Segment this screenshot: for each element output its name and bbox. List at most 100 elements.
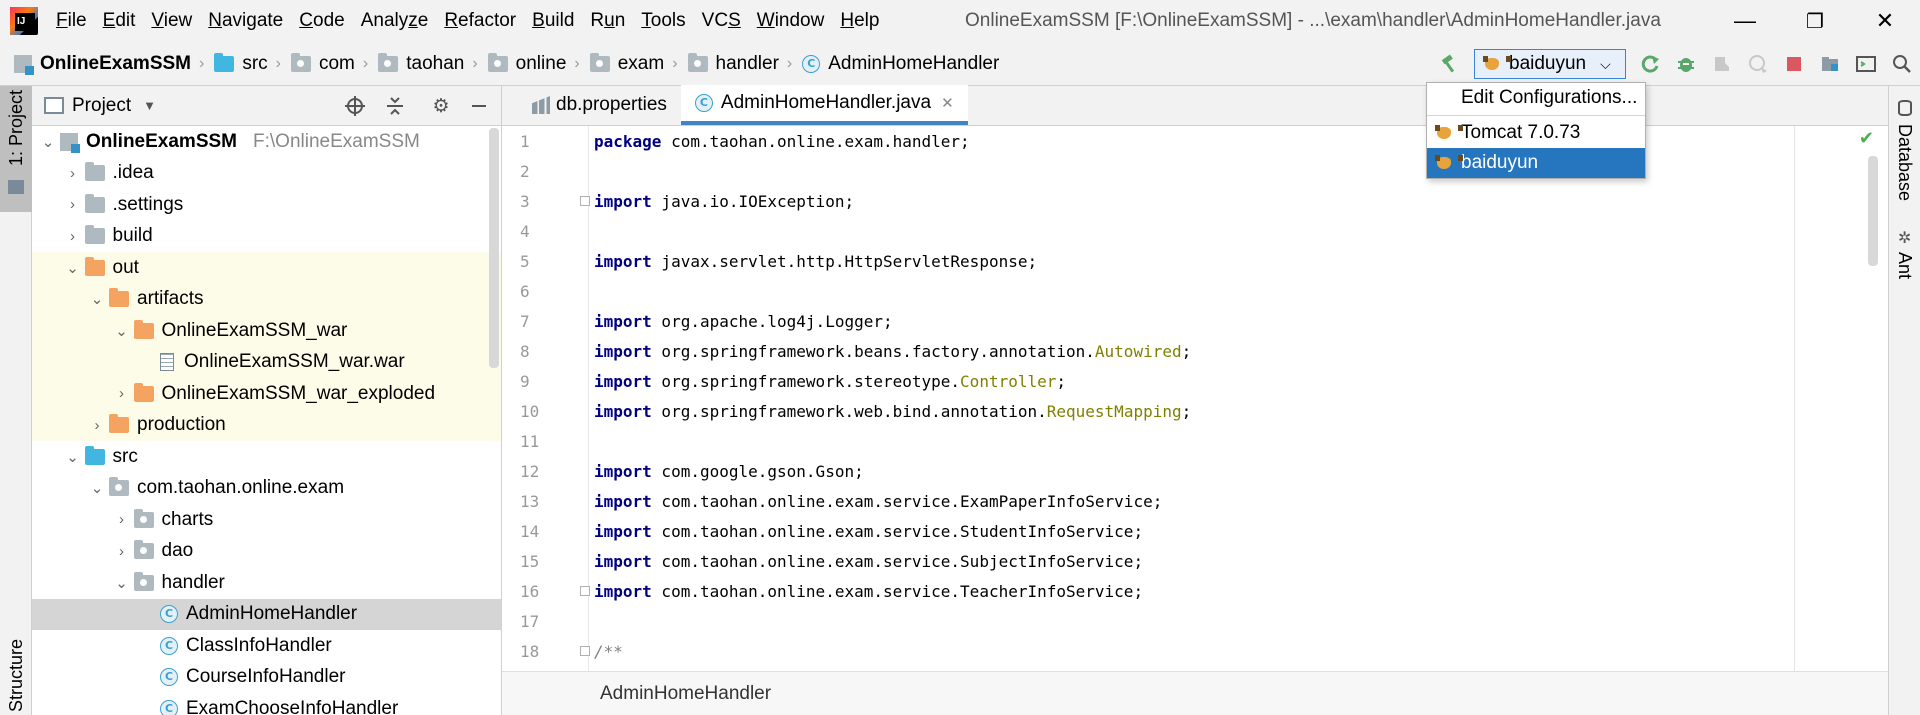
- gear-icon[interactable]: ⚙: [428, 94, 454, 118]
- code-line: 11: [502, 426, 1802, 456]
- tree-item[interactable]: › .settings: [32, 189, 501, 221]
- menu-item[interactable]: Run: [590, 10, 625, 32]
- chevron-right-icon[interactable]: ›: [61, 165, 85, 182]
- chevron-down-icon[interactable]: ⌄: [85, 479, 109, 497]
- tree-item[interactable]: › OnlineExamSSM_war_exploded: [32, 378, 501, 410]
- menu-item[interactable]: View: [151, 10, 192, 32]
- collapse-all-icon[interactable]: [382, 94, 408, 118]
- edit-configurations-item[interactable]: Edit Configurations...: [1427, 83, 1645, 113]
- profile-icon[interactable]: [1740, 47, 1776, 81]
- project-structure-icon[interactable]: [1812, 47, 1848, 81]
- run-with-coverage-icon[interactable]: [1704, 47, 1740, 81]
- tree-item[interactable]: C CourseInfoHandler: [32, 662, 501, 694]
- menu-item[interactable]: Code: [299, 10, 344, 32]
- search-icon[interactable]: [1884, 47, 1920, 81]
- dropdown-item-tomcat[interactable]: Tomcat 7.0.73: [1427, 118, 1645, 148]
- run-config-label: baiduyun: [1509, 53, 1587, 74]
- tree-item[interactable]: OnlineExamSSM_war.war: [32, 346, 501, 378]
- menu-item-text: indow: [774, 10, 825, 31]
- ant-tool-tab[interactable]: ✲ Ant: [1889, 226, 1920, 296]
- chevron-down-icon[interactable]: ⌄: [110, 574, 134, 592]
- minimize-button[interactable]: —: [1710, 0, 1780, 42]
- terminal-icon[interactable]: [1848, 47, 1884, 81]
- chevron-right-icon[interactable]: ›: [110, 511, 134, 528]
- nav-crumb-label: src: [242, 52, 268, 74]
- project-tool-tab[interactable]: 1: Project: [0, 86, 32, 212]
- chevron-right-icon[interactable]: ›: [61, 196, 85, 213]
- menu-item[interactable]: Edit: [103, 10, 136, 32]
- tree-item[interactable]: › .idea: [32, 158, 501, 190]
- tree-item[interactable]: ⌄ artifacts: [32, 283, 501, 315]
- tree-item-label: build: [112, 225, 153, 247]
- project-view-icon: [44, 97, 64, 114]
- tree-item[interactable]: › build: [32, 221, 501, 253]
- chevron-down-icon[interactable]: ⌄: [36, 133, 60, 151]
- fold-marker-icon[interactable]: [580, 646, 590, 656]
- restore-button[interactable]: ❐: [1780, 0, 1850, 42]
- project-view-selector[interactable]: Project ▼: [44, 95, 156, 117]
- tree-item[interactable]: ⌄ src: [32, 441, 501, 473]
- tree-item[interactable]: C ClassInfoHandler: [32, 630, 501, 662]
- chevron-down-icon[interactable]: ⌄: [85, 290, 109, 308]
- chevron-down-icon[interactable]: ⌄: [61, 448, 85, 466]
- nav-crumb-label: handler: [715, 52, 779, 74]
- tree-item[interactable]: ⌄ handler: [32, 567, 501, 599]
- tree-scrollbar[interactable]: [489, 128, 499, 368]
- menu-item[interactable]: Navigate: [208, 10, 283, 32]
- menu-bar: File Edit View Navigate Code Analyze Refactor B…: [0, 0, 1920, 42]
- tree-item[interactable]: › production: [32, 409, 501, 441]
- menu-item[interactable]: File: [56, 10, 87, 32]
- tab-db-properties[interactable]: db.properties: [518, 85, 681, 125]
- fold-marker-icon[interactable]: [580, 196, 590, 206]
- nav-crumb-exam[interactable]: exam ›: [589, 52, 688, 75]
- nav-crumb-src[interactable]: src ›: [214, 52, 291, 75]
- hide-panel-icon[interactable]: [466, 94, 492, 118]
- nav-crumb-handler[interactable]: handler ›: [687, 52, 803, 75]
- database-tool-tab[interactable]: Database: [1889, 96, 1920, 201]
- close-tab-icon[interactable]: ✕: [941, 94, 954, 112]
- tree-item[interactable]: ⌄ com.taohan.online.exam: [32, 473, 501, 505]
- tree-item[interactable]: ⌄ out: [32, 252, 501, 284]
- code-editor[interactable]: 1 package com.taohan.online.exam.handler;…: [502, 126, 1888, 671]
- menu-item-mnemonic: u: [604, 10, 615, 31]
- editor-scrollbar[interactable]: [1868, 156, 1878, 266]
- chevron-right-icon[interactable]: ›: [61, 228, 85, 245]
- rerun-icon[interactable]: [1632, 47, 1668, 81]
- chevron-right-icon[interactable]: ›: [110, 543, 134, 560]
- editor-breadcrumb[interactable]: AdminHomeHandler: [600, 683, 771, 705]
- nav-crumb-com[interactable]: com ›: [290, 52, 378, 75]
- menu-item[interactable]: VCS: [702, 10, 741, 32]
- tree-item[interactable]: › dao: [32, 536, 501, 568]
- chevron-right-icon[interactable]: ›: [85, 417, 109, 434]
- menu-item[interactable]: Refactor: [444, 10, 516, 32]
- chevron-down-icon[interactable]: ⌄: [110, 322, 134, 340]
- menu-item[interactable]: Help: [840, 10, 879, 32]
- nav-crumb-taohan[interactable]: taohan ›: [378, 52, 487, 75]
- tree-item[interactable]: ⌄ OnlineExamSSM F:\OnlineExamSSM: [32, 126, 501, 158]
- build-hammer-icon[interactable]: [1432, 47, 1468, 81]
- tree-item[interactable]: ⌄ OnlineExamSSM_war: [32, 315, 501, 347]
- locate-crosshair-icon[interactable]: [342, 94, 368, 118]
- tree-item[interactable]: › charts: [32, 504, 501, 536]
- class-icon: C: [160, 668, 178, 687]
- nav-crumb-project[interactable]: OnlineExamSSM ›: [14, 53, 214, 75]
- chevron-right-icon[interactable]: ›: [110, 385, 134, 402]
- tree-item[interactable]: C ExamChooseInfoHandler: [32, 693, 501, 715]
- dropdown-item-baiduyun[interactable]: baiduyun: [1427, 148, 1645, 178]
- structure-tool-tab[interactable]: Structure: [0, 606, 32, 715]
- menu-item[interactable]: Build: [532, 10, 574, 32]
- line-number: 14: [520, 521, 540, 541]
- menu-item[interactable]: Analyze: [361, 10, 429, 32]
- close-button[interactable]: ✕: [1850, 0, 1920, 42]
- run-configuration-selector[interactable]: baiduyun ⌵: [1474, 49, 1626, 79]
- chevron-down-icon[interactable]: ⌄: [61, 259, 85, 277]
- nav-crumb-class[interactable]: C AdminHomeHandler: [802, 53, 999, 75]
- tree-item[interactable]: C AdminHomeHandler: [32, 598, 501, 630]
- tab-admin-home-handler[interactable]: C AdminHomeHandler.java ✕: [680, 85, 968, 125]
- menu-item[interactable]: Tools: [641, 10, 685, 32]
- nav-crumb-online[interactable]: online ›: [487, 52, 590, 75]
- stop-icon[interactable]: [1776, 47, 1812, 81]
- menu-item[interactable]: Window: [757, 10, 825, 32]
- debug-icon[interactable]: [1668, 47, 1704, 81]
- fold-marker-icon[interactable]: [580, 586, 590, 596]
